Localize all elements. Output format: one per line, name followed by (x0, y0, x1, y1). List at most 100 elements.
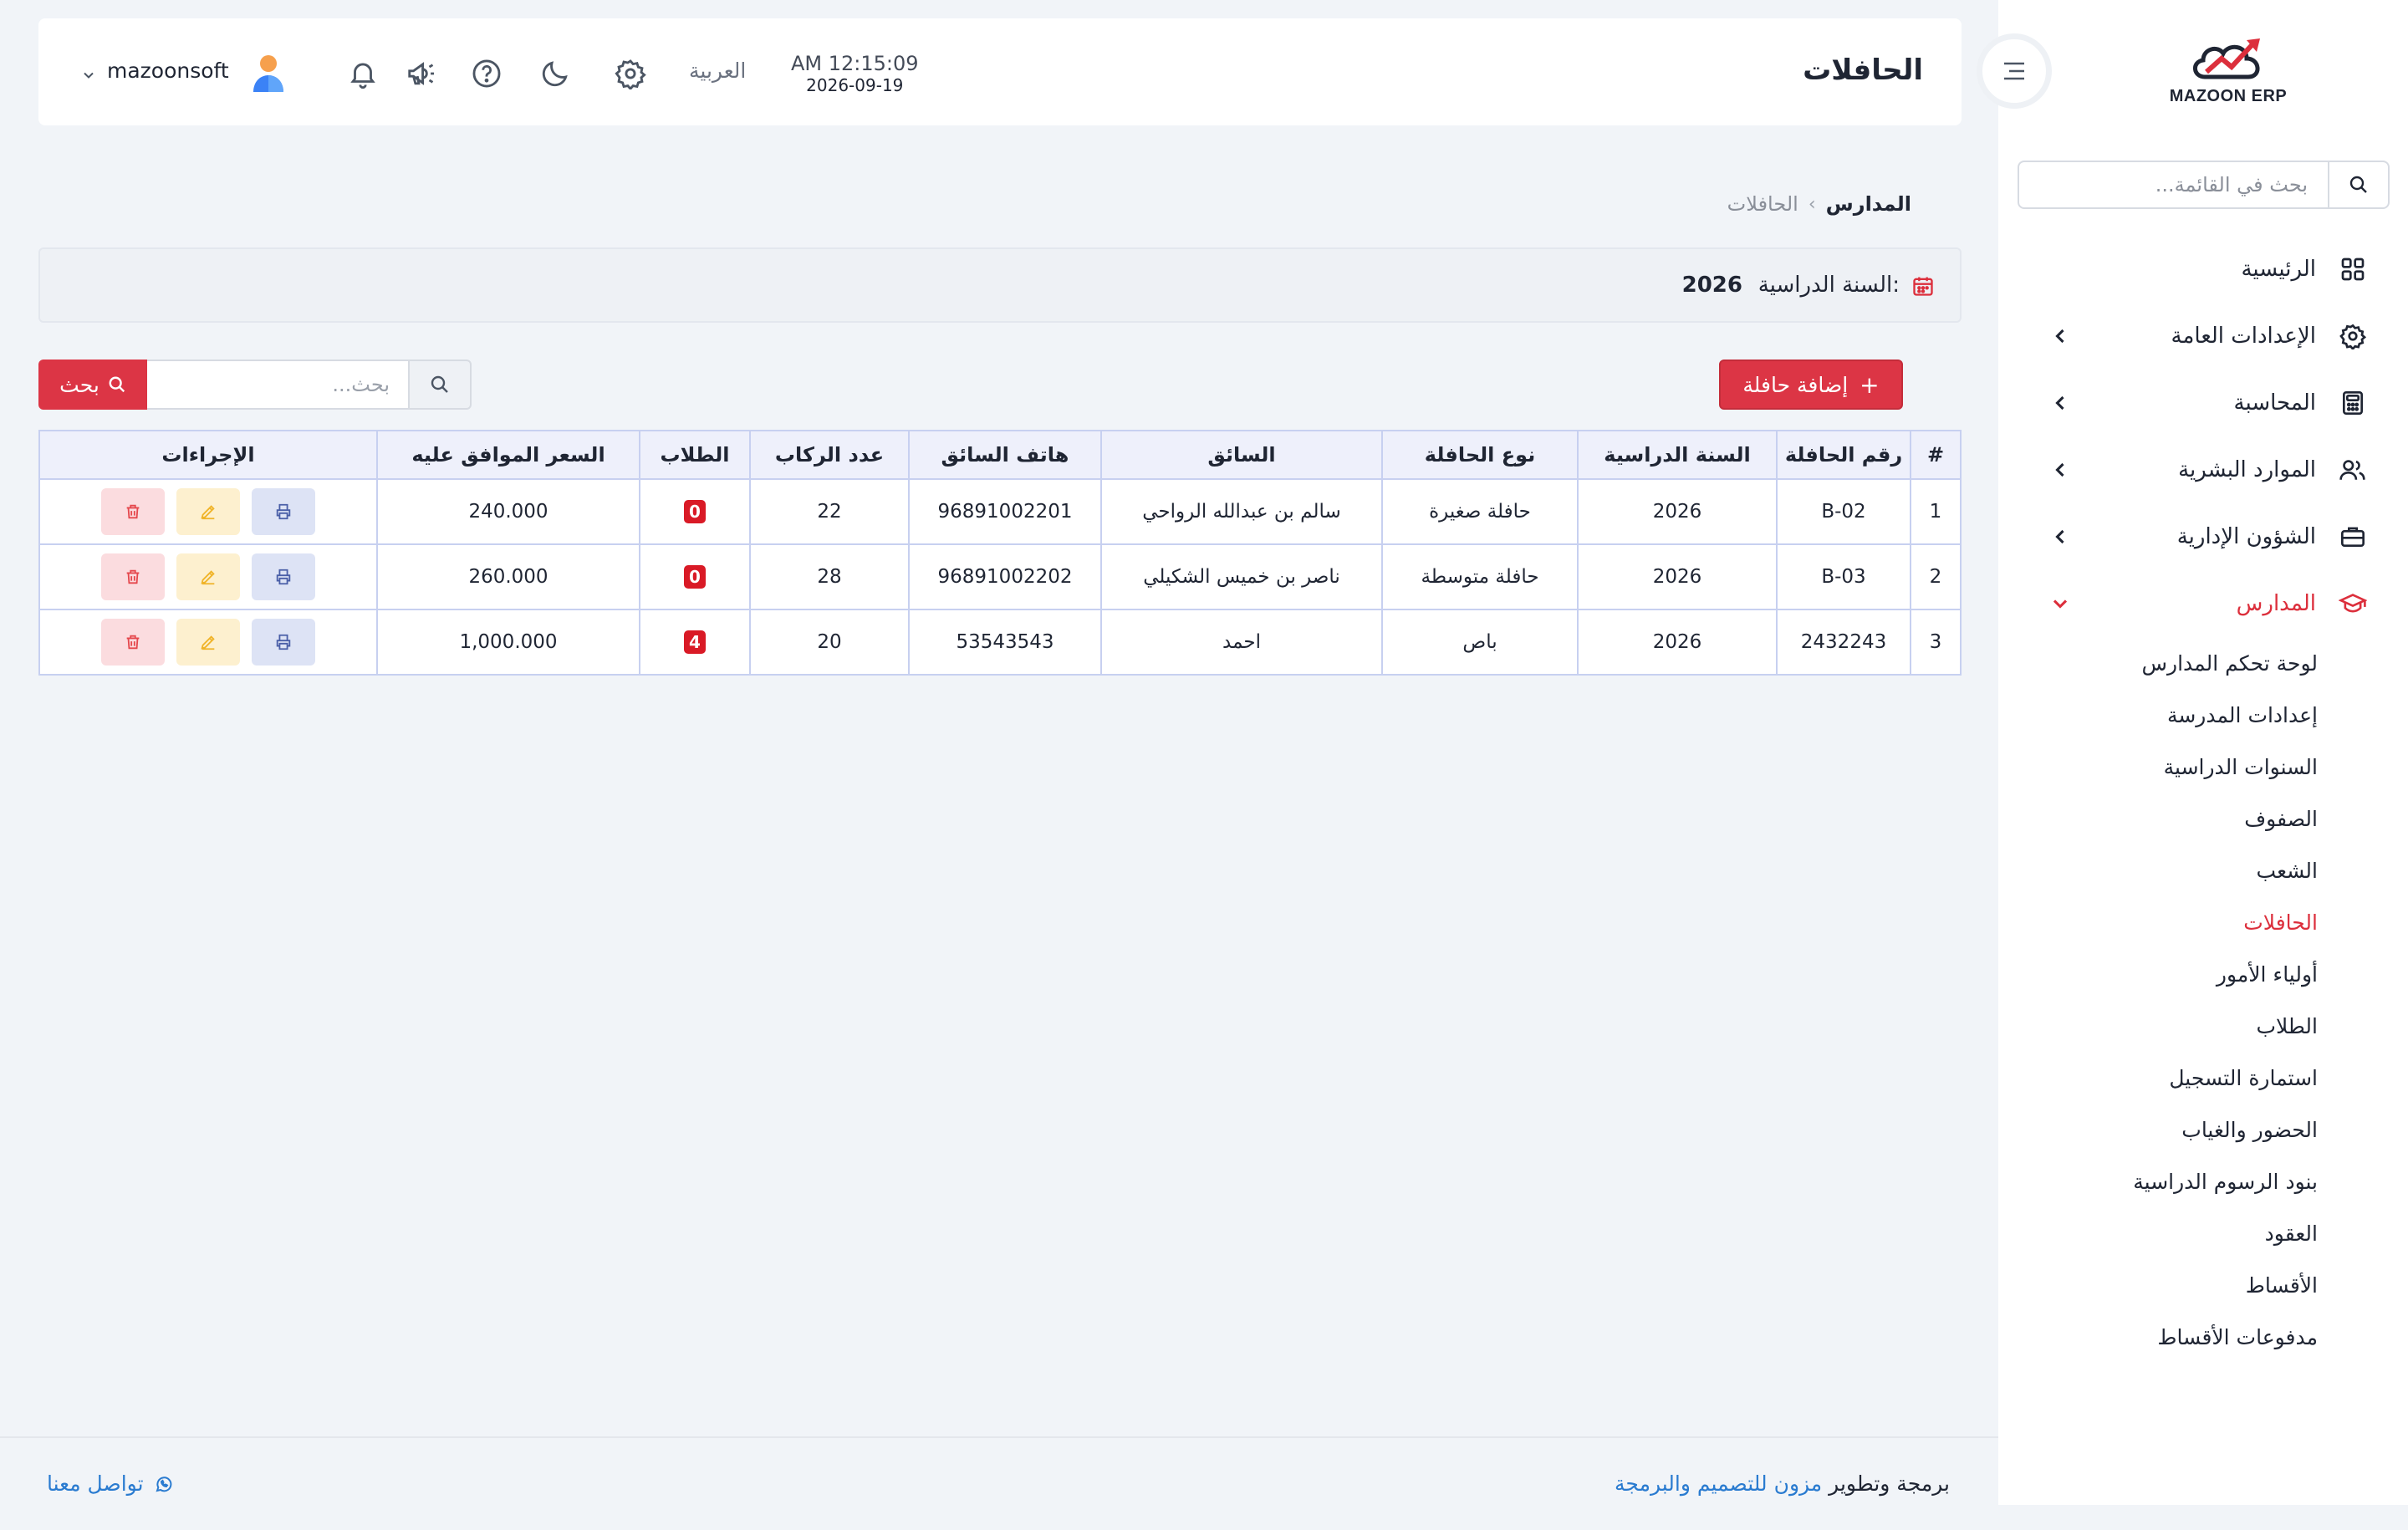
pencil-icon (201, 570, 215, 585)
approved-price: 260.000 (376, 543, 640, 610)
column-header: السعر الموافق عليه (376, 430, 640, 480)
sidebar-item-schools[interactable]: المدارس (1998, 570, 2408, 637)
plus-icon: + (1860, 370, 1880, 399)
sidebar-item-label: المدارس (2236, 591, 2316, 616)
buses-table: # رقم الحافلة السنة الدراسية نوع الحافلة… (38, 430, 1962, 676)
trash-icon (126, 635, 140, 650)
clock-time: AM 12:15:09 (791, 52, 919, 75)
academic-year-value: 2026 (1681, 273, 1742, 298)
schools-submenu: لوحة تحكم المدارس إعدادات المدرسة السنوا… (1998, 637, 2408, 1363)
logo[interactable]: MAZOON ERP (2166, 33, 2291, 117)
submenu-item-guardians[interactable]: أولياء الأمور (1998, 948, 2408, 1000)
breadcrumb-root[interactable]: المدارس (1826, 192, 1911, 216)
edit-button[interactable] (176, 488, 240, 535)
submenu-item-sections[interactable]: الشعب (1998, 844, 2408, 896)
chevron-down-icon[interactable] (80, 67, 97, 84)
pencil-icon (201, 505, 215, 520)
sidebar-item-admin-affairs[interactable]: الشؤون الإدارية (1998, 503, 2408, 570)
students-badge[interactable]: 4 (684, 630, 706, 654)
passenger-count: 22 (749, 478, 910, 545)
sidebar-nav: الرئيسية الإعدادات العامة المحاسبة الموا… (1998, 236, 2408, 637)
academic-year: 2026 (1577, 478, 1778, 545)
submenu-item-installments[interactable]: الأقساط (1998, 1259, 2408, 1311)
column-header: السائق (1100, 430, 1383, 480)
students-badge[interactable]: 0 (684, 500, 706, 523)
sidebar-item-label: الموارد البشرية (2178, 457, 2316, 482)
printer-icon (276, 569, 291, 585)
pencil-icon (201, 635, 215, 650)
sidebar-toggle-button[interactable] (1977, 33, 2052, 109)
table-header-row: # رقم الحافلة السنة الدراسية نوع الحافلة… (38, 430, 1962, 480)
sidebar-item-hr[interactable]: الموارد البشرية (1998, 436, 2408, 503)
print-button[interactable] (252, 619, 315, 666)
driver-name: احمد (1100, 609, 1383, 676)
page-title: الحافلات (1803, 54, 1923, 87)
edit-button[interactable] (176, 619, 240, 666)
sidebar-item-home[interactable]: الرئيسية (1998, 236, 2408, 303)
submenu-item-academic-years[interactable]: السنوات الدراسية (1998, 741, 2408, 793)
help-icon[interactable] (468, 55, 505, 92)
search-button[interactable]: بحث (38, 360, 147, 410)
search-button-label: بحث (59, 372, 99, 397)
logo-text: MAZOON ERP (2169, 87, 2288, 105)
add-bus-button[interactable]: إضافة حافلة + (1719, 360, 1903, 410)
academic-year-label: السنة الدراسية: (1758, 273, 1900, 298)
students-cell: 0 (639, 478, 751, 545)
printer-icon (276, 503, 291, 520)
chevron-left-icon (2055, 395, 2064, 411)
moon-icon[interactable] (537, 55, 574, 92)
submenu-item-registration-form[interactable]: استمارة التسجيل (1998, 1052, 2408, 1104)
submenu-item-grades[interactable]: الصفوف (1998, 793, 2408, 844)
submenu-item-schools-dashboard[interactable]: لوحة تحكم المدارس (1998, 637, 2408, 689)
search-icon[interactable] (408, 360, 472, 410)
submenu-item-installment-payments[interactable]: مدفوعات الأقساط (1998, 1311, 2408, 1363)
delete-button[interactable] (101, 619, 165, 666)
delete-button[interactable] (101, 488, 165, 535)
megaphone-icon[interactable] (403, 55, 440, 92)
submenu-item-attendance[interactable]: الحضور والغياب (1998, 1104, 2408, 1155)
sidebar-item-general-settings[interactable]: الإعدادات العامة (1998, 303, 2408, 370)
bell-icon[interactable] (344, 55, 381, 92)
row-number: 2 (1910, 543, 1962, 610)
contact-us-label: تواصل معنا (47, 1471, 144, 1496)
table-row: 3 2432243 2026 باص احمد 53543543 20 4 1,… (38, 609, 1962, 676)
sidebar-item-accounting[interactable]: المحاسبة (1998, 370, 2408, 436)
driver-name: ناصر بن خميس الشكيلي (1100, 543, 1383, 610)
contact-us-link[interactable]: تواصل معنا (47, 1471, 174, 1496)
delete-button[interactable] (101, 553, 165, 600)
submenu-item-fee-items[interactable]: بنود الرسوم الدراسية (1998, 1155, 2408, 1207)
table-search: بحث (38, 360, 472, 410)
sidebar-search-input[interactable] (2019, 162, 2328, 207)
table-row: 2 B-03 2026 حافلة متوسطة ناصر بن خميس ال… (38, 543, 1962, 610)
students-cell: 4 (639, 609, 751, 676)
sidebar: MAZOON ERP الرئيسية الإعدادات العامة الم… (1998, 0, 2408, 1505)
footer-credit-link[interactable]: مزون للتصميم والبرمجة (1615, 1471, 1822, 1496)
clock-date: 2026-09-19 (806, 75, 904, 95)
driver-phone: 96891002201 (908, 478, 1102, 545)
submenu-item-school-settings[interactable]: إعدادات المدرسة (1998, 689, 2408, 741)
avatar[interactable] (247, 52, 289, 94)
submenu-item-contracts[interactable]: العقود (1998, 1207, 2408, 1259)
bus-type: حافلة متوسطة (1381, 543, 1579, 610)
username[interactable]: mazoonsoft (107, 59, 229, 83)
gear-icon (2336, 319, 2370, 353)
row-number: 1 (1910, 478, 1962, 545)
search-icon[interactable] (2328, 162, 2388, 207)
breadcrumb-separator: ‹ (1808, 193, 1816, 215)
language-switch[interactable]: العربية (689, 59, 746, 83)
bus-type: باص (1381, 609, 1579, 676)
students-badge[interactable]: 0 (684, 565, 706, 589)
submenu-item-buses[interactable]: الحافلات (1998, 896, 2408, 948)
calculator-icon (2336, 386, 2370, 420)
submenu-item-students[interactable]: الطلاب (1998, 1000, 2408, 1052)
print-button[interactable] (252, 488, 315, 535)
edit-button[interactable] (176, 553, 240, 600)
settings-icon[interactable] (612, 55, 649, 92)
table-search-input[interactable] (147, 360, 408, 410)
bus-number: B-03 (1776, 543, 1911, 610)
row-number: 3 (1910, 609, 1962, 676)
print-button[interactable] (252, 553, 315, 600)
sidebar-item-label: الشؤون الإدارية (2176, 524, 2316, 549)
passenger-count: 20 (749, 609, 910, 676)
sidebar-item-label: الرئيسية (2241, 257, 2316, 282)
